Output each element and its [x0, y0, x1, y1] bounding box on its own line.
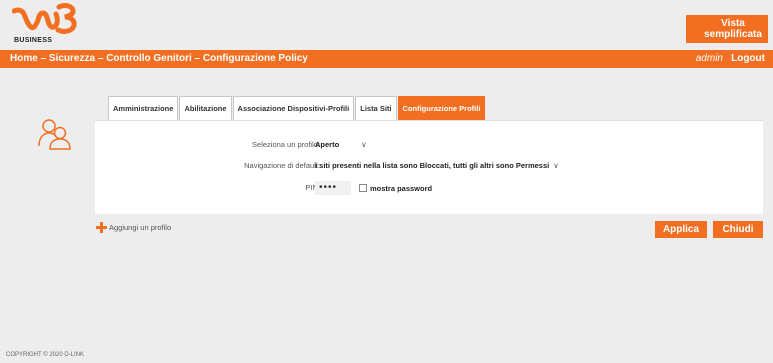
- tab-site-list[interactable]: Lista Siti: [355, 96, 397, 120]
- pin-label: PIN:: [305, 183, 320, 192]
- default-navigation-value: i siti presenti nella lista sono Bloccat…: [315, 161, 550, 170]
- default-navigation-select[interactable]: i siti presenti nella lista sono Bloccat…: [315, 161, 559, 170]
- breadcrumb-policy-config[interactable]: Configurazione Policy: [203, 53, 308, 64]
- add-profile-label: Aggiungi un profilo: [109, 223, 172, 232]
- logo-mark-icon: [12, 3, 77, 34]
- breadcrumb-security[interactable]: Sicurezza: [49, 53, 95, 64]
- current-user-label: admin: [695, 53, 723, 64]
- breadcrumb: Home – Sicurezza – Controllo Genitori – …: [10, 53, 308, 64]
- breadcrumb-separator: –: [37, 53, 49, 64]
- tab-administration[interactable]: Amministrazione: [108, 96, 179, 120]
- breadcrumb-separator: –: [95, 53, 107, 64]
- top-bar: BUSINESS Vista semplificata: [0, 0, 773, 50]
- users-icon: [38, 119, 71, 150]
- profile-select-value: Aperto: [315, 140, 340, 149]
- close-button[interactable]: Chiudi: [713, 221, 763, 238]
- breadcrumb-parental-control[interactable]: Controllo Genitori: [106, 53, 192, 64]
- show-password-checkbox[interactable]: [359, 184, 367, 192]
- chevron-down-icon: ∨: [553, 161, 559, 170]
- copyright-text: COPYRIGHT © 2020 D-LINK: [6, 352, 84, 358]
- plus-icon: [96, 222, 107, 233]
- profile-select[interactable]: Aperto ∨: [315, 140, 367, 149]
- navigation-bar: Home – Sicurezza – Controllo Genitori – …: [0, 50, 773, 68]
- apply-button[interactable]: Applica: [655, 221, 707, 238]
- breadcrumb-separator: –: [191, 53, 203, 64]
- profile-select-label: Seleziona un profilo:: [252, 140, 320, 149]
- tab-profile-configuration[interactable]: Configurazione Profili: [397, 96, 486, 120]
- pin-input[interactable]: ••••: [315, 181, 351, 195]
- add-profile-button[interactable]: Aggiungi un profilo: [96, 222, 171, 233]
- breadcrumb-home[interactable]: Home: [10, 53, 38, 64]
- show-password-label[interactable]: mostra password: [370, 184, 432, 193]
- default-navigation-row: Navigazione di default: i siti presenti …: [95, 161, 763, 175]
- pin-row: PIN: •••• mostra password: [95, 181, 763, 197]
- simplified-view-button[interactable]: Vista semplificata: [686, 15, 768, 43]
- tab-bar: Amministrazione Abilitazione Associazion…: [108, 96, 486, 120]
- tab-enablement[interactable]: Abilitazione: [179, 96, 232, 120]
- logo-text: BUSINESS: [14, 37, 53, 44]
- profile-config-panel: Seleziona un profilo: Aperto ∨ Navigazion…: [95, 120, 763, 214]
- pin-field-group: •••• mostra password: [315, 181, 432, 195]
- chevron-down-icon: ∨: [361, 140, 367, 149]
- profile-row: Seleziona un profilo: Aperto ∨: [95, 140, 763, 154]
- logout-link[interactable]: Logout: [731, 53, 765, 64]
- brand-logo: BUSINESS: [12, 3, 82, 47]
- default-navigation-label: Navigazione di default:: [244, 161, 320, 170]
- tab-device-profile-association[interactable]: Associazione Dispositivi-Profili: [232, 96, 355, 120]
